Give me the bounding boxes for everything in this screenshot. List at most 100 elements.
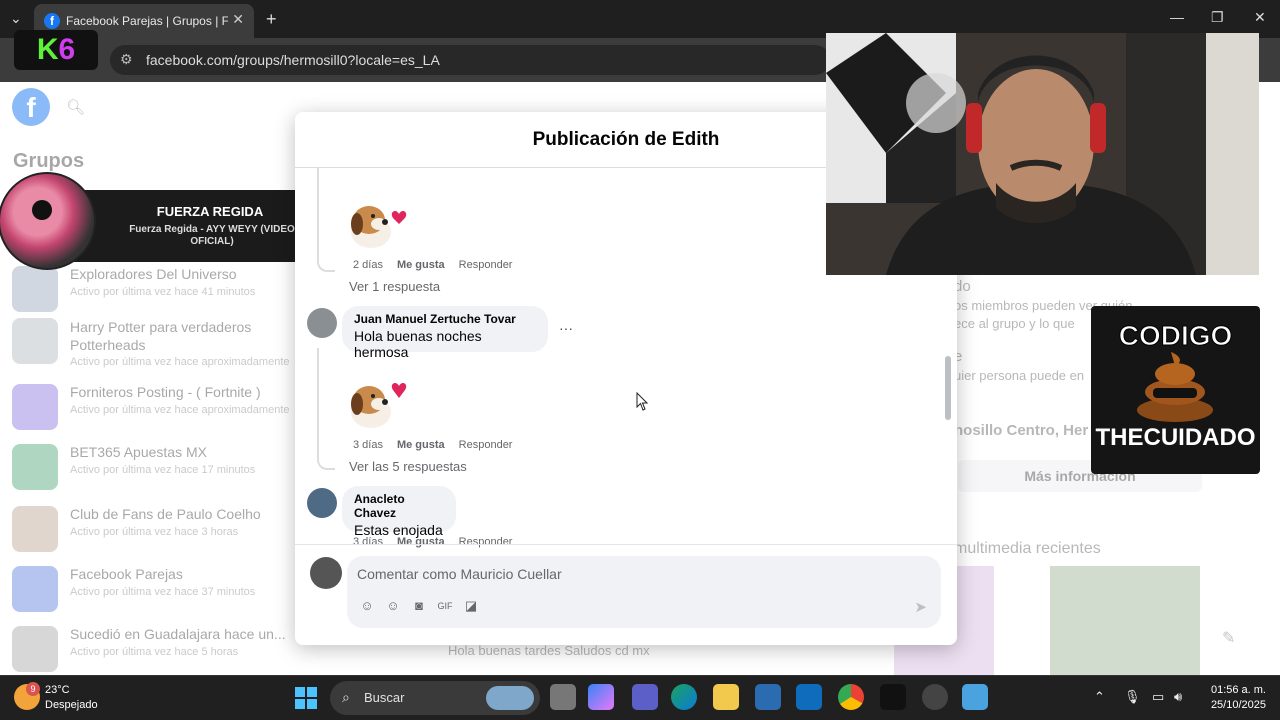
group-activity: Activo por última vez hace 37 minutos [70,586,256,598]
edge-icon[interactable] [671,684,697,710]
comment-time: 3 días [353,439,383,451]
group-thumbnail [12,506,58,552]
minimize-icon[interactable]: — [1170,9,1184,25]
obs-icon[interactable] [922,684,948,710]
group-item[interactable]: Sucedió en Guadalajara hace un... Activo… [12,624,302,674]
facebook-logo-icon[interactable]: f [12,88,50,126]
search-label: Buscar [364,690,405,705]
more-options-icon[interactable]: ··· [559,320,573,336]
thread-line [317,168,335,272]
facebook-favicon-icon: f [44,13,60,29]
webcam-overlay [826,33,1259,275]
scrollbar-thumb[interactable] [945,356,951,420]
comment-author[interactable]: Juan Manuel Zertuche Tovar [354,312,536,326]
temperature[interactable]: 23°C [45,684,70,696]
commenter-avatar[interactable] [307,308,337,338]
search-icon[interactable]: 🔍︎ [66,98,85,116]
send-icon[interactable]: ➤ [914,598,927,616]
file-explorer-icon[interactable] [713,684,739,710]
tray-chevron-icon[interactable]: ⌃ [1094,689,1105,705]
like-link[interactable]: Me gusta [397,439,445,451]
codigo-thecuidado-logo: CODIGO THECUIDADO [1091,306,1260,474]
weather-badge: 9 [26,682,40,696]
task-view-icon[interactable] [550,684,576,710]
group-item[interactable]: Forniteros Posting - ( Fortnite ) Activo… [12,382,302,432]
webcam-feed [826,33,1259,275]
group-activity: Activo por última vez hace 17 minutos [70,464,256,476]
close-tab-icon[interactable]: ✕ [232,11,244,28]
search-icon: ⌕ [342,689,350,705]
group-item[interactable]: BET365 Apuestas MX Activo por última vez… [12,442,302,492]
volume-icon[interactable]: 🔊︎ [1174,689,1182,705]
site-settings-icon[interactable]: ⚙ [120,51,133,68]
group-item[interactable]: Exploradores Del Universo Activo por últ… [12,264,302,314]
tiktok-icon[interactable] [880,684,906,710]
group-location: nosillo Centro, Her [954,422,1089,439]
tab-list-chevron-icon[interactable]: ⌄ [10,10,22,27]
like-link[interactable]: Me gusta [397,536,445,548]
like-link[interactable]: Me gusta [397,259,445,271]
comment-meta: 3 días Me gusta Responder [353,536,526,548]
group-thumbnail [12,266,58,312]
microphone-icon[interactable]: 🎙︎ [1124,689,1141,705]
view-replies-link[interactable]: Ver 1 respuesta [349,279,440,294]
view-replies-link[interactable]: Ver las 5 respuestas [349,459,467,474]
reply-link[interactable]: Responder [459,439,513,451]
commenter-avatar[interactable] [307,488,337,518]
app-f-icon[interactable] [962,684,988,710]
logo-text-top: CODIGO [1118,320,1233,352]
avatar-sticker-icon[interactable]: ☺ [359,598,375,614]
weather-condition[interactable]: Despejado [45,699,98,711]
emoji-icon[interactable]: ☺ [385,598,401,614]
sticker-icon[interactable]: ◪ [463,598,479,614]
about-text: ece al grupo y lo que [954,316,1075,331]
group-name: Sucedió en Guadalajara hace un... [70,626,286,642]
clock-time: 01:56 a. m. [1210,684,1266,696]
close-window-icon[interactable]: ✕ [1254,9,1266,26]
camera-icon[interactable]: ◙ [411,598,427,614]
network-icon[interactable]: ▭ [1152,689,1164,705]
comment-bubble: Juan Manuel Zertuche Tovar Hola buenas n… [342,306,548,360]
current-user-avatar[interactable] [310,557,342,589]
group-activity: Activo por última vez hace aproximadamen… [70,356,290,368]
comment-author[interactable]: Anacleto Chavez [354,492,444,520]
comment-input[interactable]: Comentar como Mauricio Cuellar ☺ ☺ ◙ GIF… [347,556,941,628]
group-activity: Activo por última vez hace 5 horas [70,646,239,658]
comment-time: 2 días [353,259,383,271]
group-name: Facebook Parejas [70,566,183,582]
group-thumbnail [12,384,58,430]
media-thumbnail[interactable] [1050,566,1200,676]
k6-logo-digit: 6 [58,33,76,66]
compose-icon[interactable]: ✎ [1222,628,1235,648]
teams-icon[interactable] [632,684,658,710]
windows-start-icon[interactable] [294,686,318,710]
system-clock[interactable]: 01:56 a. m. 25/10/2025 [1211,683,1266,713]
group-item[interactable]: Harry Potter para verdaderos Potterheads… [12,316,302,368]
new-tab-plus-icon[interactable]: + [266,9,277,30]
k6-logo: K6 [14,30,98,70]
group-item[interactable]: Club de Fans de Paulo Coelho Activo por … [12,504,302,554]
groups-heading: Grupos [13,150,85,172]
logo-text-bottom: THECUIDADO [1095,424,1256,451]
outlook-icon[interactable] [796,684,822,710]
copilot-icon[interactable] [588,684,614,710]
tab-title: Facebook Parejas | Grupos | Fac [66,14,228,28]
maximize-icon[interactable]: ❐ [1211,9,1224,26]
reply-link[interactable]: Responder [459,259,513,271]
group-thumbnail [12,626,58,672]
thread-line [317,348,335,470]
group-name: Forniteros Posting - ( Fortnite ) [70,384,261,400]
reply-link[interactable]: Responder [459,536,513,548]
group-thumbnail [12,444,58,490]
comment-meta: 3 días Me gusta Responder [353,439,526,451]
group-item[interactable]: Facebook Parejas Activo por última vez h… [12,564,302,614]
comment-placeholder: Comentar como Mauricio Cuellar [357,566,562,582]
store-icon[interactable] [755,684,781,710]
post-snippet: Hola buenas tardes Saludos cd mx [448,643,650,658]
chrome-icon[interactable] [838,684,864,710]
url-field[interactable]: ⚙ facebook.com/groups/hermosill0?locale=… [110,45,830,75]
comment-bubble: Anacleto Chavez Estas enojada [342,486,456,538]
taskbar-search[interactable]: ⌕ Buscar [330,681,540,715]
gif-icon[interactable]: GIF [437,598,453,614]
mouse-cursor-icon [636,392,649,411]
